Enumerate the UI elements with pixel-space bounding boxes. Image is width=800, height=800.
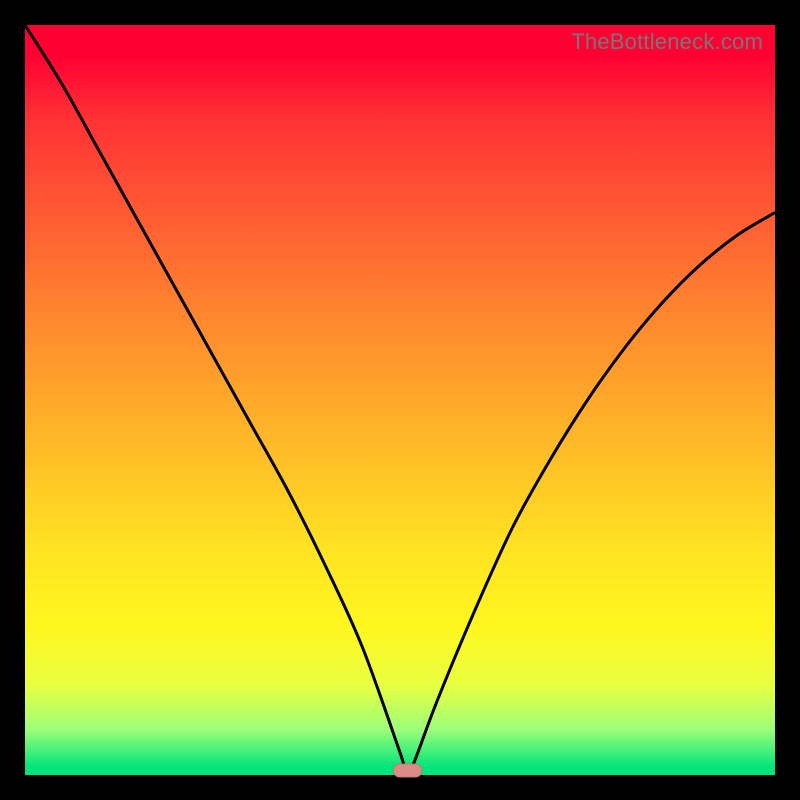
min-marker xyxy=(394,764,422,777)
curve-path xyxy=(25,25,775,775)
chart-frame: TheBottleneck.com xyxy=(0,0,800,800)
bottleneck-curve xyxy=(25,25,775,775)
plot-area: TheBottleneck.com xyxy=(25,25,775,775)
